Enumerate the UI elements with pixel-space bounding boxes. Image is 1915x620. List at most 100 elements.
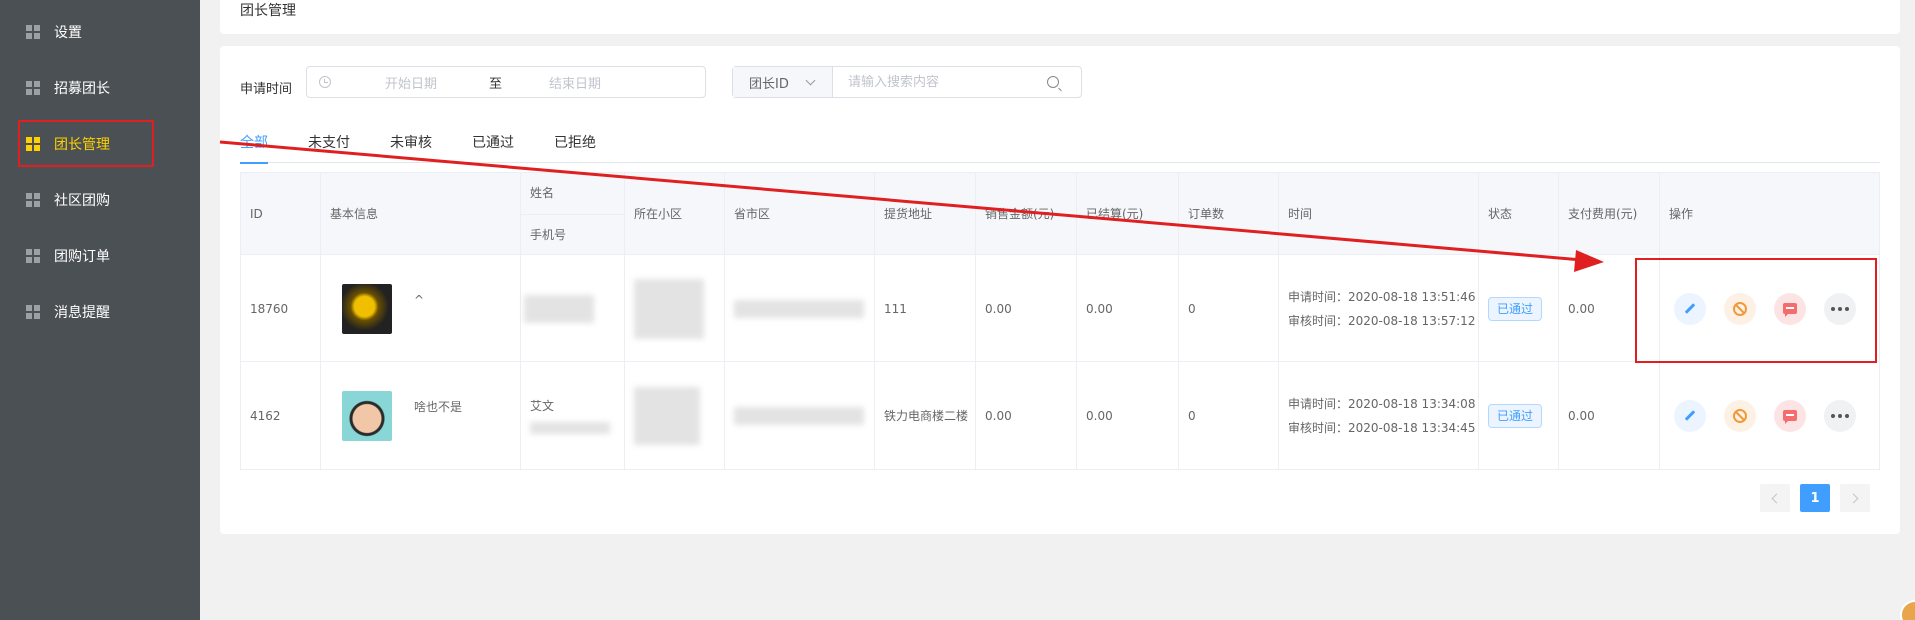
sidebar-item-recruit[interactable]: 招募团长 [0,60,200,116]
message-button[interactable] [1774,399,1806,432]
header-fee: 支付费用(元) [1559,173,1660,255]
clock-icon [319,76,331,88]
chevron-right-icon [1848,493,1859,503]
more-icon [1831,413,1849,418]
header-region: 省市区 [725,173,875,255]
header-status: 状态 [1479,173,1559,255]
header-name: 姓名 [521,173,625,214]
cell-settled: 0.00 [1077,362,1179,469]
cell-name-phone [521,255,625,362]
date-range-picker[interactable]: 开始日期 至 结束日期 [306,66,706,98]
cell-basic-info: ^ [321,255,521,362]
cell-id: 4162 [241,362,321,469]
cell-status: 已通过 [1479,362,1559,469]
apply-time: 申请时间：2020-08-18 13:51:46 [1288,289,1476,304]
cell-basic-info: 啥也不是 [321,362,521,469]
grid-icon [26,305,40,319]
tab-all[interactable]: 全部 [240,130,268,164]
avatar [342,390,392,441]
status-badge: 已通过 [1488,296,1543,321]
leader-table: ID 基本信息 姓名 手机号 所在小区 省市区 提货地址 销售金额(元) 已结算… [240,172,1880,470]
search-input[interactable] [833,67,1047,97]
header-time: 时间 [1279,173,1479,255]
floating-badge[interactable] [1900,600,1915,620]
cell-settled: 0.00 [1077,255,1179,362]
cell-time: 申请时间：2020-08-18 13:34:08 审核时间：2020-08-18… [1279,362,1479,469]
chevron-left-icon [1771,493,1782,503]
cell-orders: 0 [1179,255,1279,362]
cell-id: 18760 [241,255,321,362]
cell-nickname: ^ [414,292,425,307]
header-ops: 操作 [1669,207,1694,221]
page-number[interactable]: 1 [1800,484,1830,512]
annotation-box-actions [1635,258,1877,363]
cell-nickname: 啥也不是 [414,400,463,414]
cell-status: 已通过 [1479,255,1559,362]
header-basic-info: 基本信息 [321,173,521,255]
start-date-input[interactable]: 开始日期 [385,73,485,92]
range-separator: 至 [489,76,503,92]
redacted-block [530,422,610,434]
edit-button[interactable] [1674,399,1706,432]
header-sales: 销售金额(元) [976,173,1077,255]
ban-icon [1733,408,1747,423]
cell-community [625,255,725,362]
cell-fee: 0.00 [1559,362,1660,469]
cell-name-phone: 艾文 [521,362,625,469]
annotation-box-nav [18,120,154,167]
sidebar-item-settings[interactable]: 设置 [0,4,200,60]
avatar [342,283,392,334]
cell-sales: 0.00 [976,255,1077,362]
sidebar: 设置 招募团长 团长管理 社区团购 团购订单 消息提醒 [0,0,200,620]
search-field-value: 团长ID [749,76,789,92]
cell-sales: 0.00 [976,362,1077,469]
apply-time: 申请时间：2020-08-18 13:34:08 [1288,396,1476,411]
more-button[interactable] [1824,399,1856,432]
review-time: 审核时间：2020-08-18 13:57:12 [1288,313,1476,328]
redacted-block [634,386,700,445]
tab-rejected[interactable]: 已拒绝 [554,130,596,163]
header-orders: 订单数 [1179,173,1279,255]
grid-icon [26,81,40,95]
tab-unpaid[interactable]: 未支付 [308,130,350,163]
pagination: 1 [1760,484,1870,512]
header-id: ID [241,173,321,255]
grid-icon [26,249,40,263]
breadcrumb-bar: 团长管理 [220,0,1900,34]
redacted-block [734,406,864,425]
cell-ops [1660,362,1880,469]
sidebar-item-notifications[interactable]: 消息提醒 [0,284,200,340]
grid-icon [26,193,40,207]
grid-icon [26,25,40,39]
tab-approved[interactable]: 已通过 [472,130,514,163]
status-badge: 已通过 [1488,403,1543,428]
review-time: 审核时间：2020-08-18 13:34:45 [1288,420,1476,435]
cell-name: 艾文 [530,399,555,413]
sidebar-item-label: 招募团长 [54,81,110,97]
table-row: 18760 ^ 111 0.00 0.00 0 申请时间：2020-08-18 … [241,255,1879,362]
header-phone: 手机号 [521,214,625,255]
cell-region [725,255,875,362]
sidebar-item-label: 社区团购 [54,193,110,209]
cell-time: 申请时间：2020-08-18 13:51:46 审核时间：2020-08-18… [1279,255,1479,362]
header-community: 所在小区 [625,173,725,255]
header-settled: 已结算(元) [1077,173,1179,255]
sidebar-item-label: 团购订单 [54,249,110,265]
sidebar-item-community-group[interactable]: 社区团购 [0,172,200,228]
search-group: 团长ID [732,66,1082,98]
search-field-select[interactable]: 团长ID [733,67,833,97]
next-page-button[interactable] [1840,484,1870,512]
cell-orders: 0 [1179,362,1279,469]
cell-pickup: 铁力电商楼二楼 [875,362,976,469]
edit-icon [1684,410,1696,421]
sidebar-item-group-orders[interactable]: 团购订单 [0,228,200,284]
end-date-input[interactable]: 结束日期 [549,73,649,92]
disable-button[interactable] [1724,399,1756,432]
message-icon [1783,410,1797,424]
tab-unreviewed[interactable]: 未审核 [390,130,432,163]
redacted-block [634,278,704,339]
table-row: 4162 啥也不是 艾文 铁力电商楼二楼 0.00 0.00 0 申请时间：20… [241,362,1879,469]
sidebar-item-label: 设置 [54,25,82,41]
search-icon[interactable] [1047,76,1059,88]
prev-page-button[interactable] [1760,484,1790,512]
